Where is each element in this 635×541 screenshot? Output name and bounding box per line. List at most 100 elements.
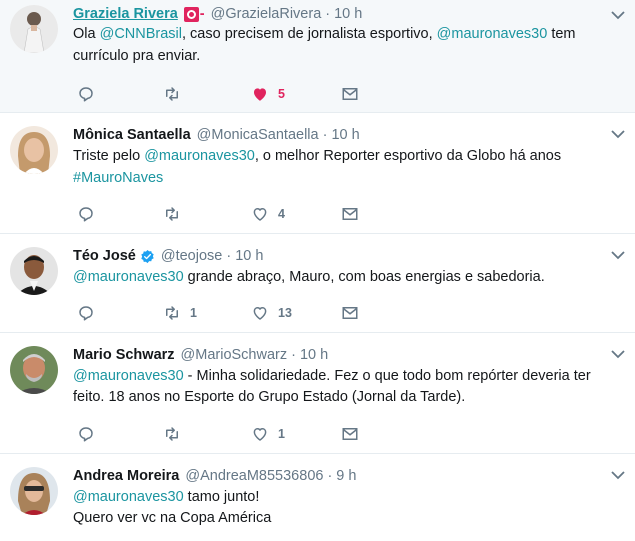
separator-dot: · bbox=[322, 127, 328, 143]
mention-link[interactable]: @mauronaves30 bbox=[73, 489, 184, 505]
like-button[interactable]: 5 bbox=[251, 85, 285, 103]
author-name[interactable]: Graziela Rivera bbox=[73, 5, 178, 23]
like-count: 1 bbox=[278, 427, 285, 441]
envelope-icon bbox=[342, 88, 358, 100]
timestamp[interactable]: 10 h bbox=[334, 5, 362, 23]
tweet[interactable]: Andrea Moreira @AndreaM85536806 · 9 h @m… bbox=[0, 454, 635, 541]
reply-button[interactable] bbox=[77, 85, 104, 103]
text-segment: grande abraço, Mauro, com boas energias … bbox=[183, 269, 545, 285]
tweet[interactable]: Téo José @teojose · 10 h @mauronaves30 g… bbox=[0, 234, 635, 333]
envelope-icon bbox=[342, 428, 358, 440]
mention-link[interactable]: @CNNBrasil bbox=[100, 26, 182, 42]
mention-link[interactable]: @mauronaves30 bbox=[73, 368, 184, 384]
avatar[interactable] bbox=[10, 346, 58, 394]
reply-icon bbox=[79, 306, 93, 321]
reply-icon bbox=[79, 207, 93, 222]
like-count: 5 bbox=[278, 87, 285, 101]
reply-button[interactable] bbox=[77, 304, 104, 322]
tweet[interactable]: Mario Schwarz @MarioSchwarz · 10 h @maur… bbox=[0, 333, 635, 454]
text-segment: - Minha solidariedade. Fez o que todo bo… bbox=[183, 368, 591, 384]
reply-button[interactable] bbox=[77, 425, 104, 443]
separator-dot: · bbox=[325, 6, 331, 22]
hashtag-link[interactable]: #MauroNaves bbox=[73, 170, 163, 186]
verified-badge-icon bbox=[141, 249, 154, 263]
tweet-header: Mônica Santaella @MonicaSantaella · 10 h bbox=[73, 126, 360, 144]
avatar[interactable] bbox=[10, 247, 58, 295]
envelope-icon bbox=[342, 208, 358, 220]
avatar[interactable] bbox=[10, 467, 58, 515]
mention-link[interactable]: @mauronaves30 bbox=[437, 26, 548, 42]
avatar[interactable] bbox=[10, 5, 58, 53]
tweet[interactable]: Graziela Rivera - @GrazielaRivera · 10 h… bbox=[0, 0, 635, 113]
chevron-down-icon[interactable] bbox=[611, 470, 625, 480]
heart-icon bbox=[253, 208, 267, 221]
retweet-icon bbox=[166, 306, 178, 320]
tweet-text-line-1: @mauronaves30 - Minha solidariedade. Fez… bbox=[73, 366, 591, 388]
tweet-timeline: Graziela Rivera - @GrazielaRivera · 10 h… bbox=[0, 0, 635, 541]
chevron-down-icon[interactable] bbox=[611, 10, 625, 20]
text-segment: currículo pra enviar. bbox=[73, 48, 201, 64]
text-segment: Triste pelo bbox=[73, 148, 145, 164]
author-name[interactable]: Téo José bbox=[73, 247, 136, 265]
text-segment: tamo junto! bbox=[183, 489, 260, 505]
separator-dot: · bbox=[226, 248, 232, 264]
author-name[interactable]: Mônica Santaella bbox=[73, 126, 191, 144]
heart-icon bbox=[253, 307, 267, 320]
timestamp[interactable]: 9 h bbox=[336, 467, 356, 485]
timestamp[interactable]: 10 h bbox=[331, 126, 359, 144]
like-button[interactable]: 13 bbox=[251, 304, 292, 322]
reply-icon bbox=[79, 427, 93, 442]
badge-dash: - bbox=[199, 6, 205, 22]
tweet-text-line-2: currículo pra enviar. bbox=[73, 46, 200, 68]
mention-link[interactable]: @mauronaves30 bbox=[144, 148, 255, 164]
timestamp[interactable]: 10 h bbox=[235, 247, 263, 265]
o-badge-icon bbox=[183, 6, 199, 22]
text-segment: tem bbox=[547, 26, 576, 42]
author-name[interactable]: Andrea Moreira bbox=[73, 467, 179, 485]
heart-icon bbox=[253, 428, 267, 441]
author-name[interactable]: Mario Schwarz bbox=[73, 346, 175, 364]
author-handle[interactable]: @MarioSchwarz bbox=[181, 346, 288, 364]
chevron-down-icon[interactable] bbox=[611, 250, 625, 260]
timestamp[interactable]: 10 h bbox=[300, 346, 328, 364]
separator-dot: · bbox=[327, 468, 333, 484]
chevron-down-icon[interactable] bbox=[611, 349, 625, 359]
tweet-text-line-1: @mauronaves30 tamo junto! bbox=[73, 487, 259, 509]
tweet-header: Mario Schwarz @MarioSchwarz · 10 h bbox=[73, 346, 328, 364]
like-button[interactable]: 4 bbox=[251, 205, 285, 223]
tweet-text-line-1: Triste pelo @mauronaves30, o melhor Repo… bbox=[73, 146, 561, 168]
retweet-button[interactable] bbox=[163, 85, 190, 103]
retweet-icon bbox=[166, 87, 178, 101]
tweet-text-line-1: Ola @CNNBrasil, caso precisem de jornali… bbox=[73, 24, 576, 46]
retweet-icon bbox=[166, 207, 178, 221]
dm-button[interactable] bbox=[341, 85, 359, 103]
mention-link[interactable]: @mauronaves30 bbox=[73, 269, 184, 285]
retweet-button[interactable]: 1 bbox=[163, 304, 197, 322]
avatar[interactable] bbox=[10, 126, 58, 174]
author-handle[interactable]: @MonicaSantaella bbox=[197, 126, 319, 144]
author-handle[interactable]: @teojose bbox=[161, 247, 222, 265]
tweet-header: Andrea Moreira @AndreaM85536806 · 9 h bbox=[73, 467, 356, 485]
tweet-header: Graziela Rivera - @GrazielaRivera · 10 h bbox=[73, 5, 362, 23]
text-segment: feito. 18 anos no Esporte do Grupo Estad… bbox=[73, 389, 466, 405]
like-button[interactable]: 1 bbox=[251, 425, 285, 443]
reply-icon bbox=[79, 87, 93, 102]
tweet-text-line-2: Quero ver vc na Copa América bbox=[73, 508, 271, 530]
author-handle[interactable]: @AndreaM85536806 bbox=[185, 467, 323, 485]
like-count: 4 bbox=[278, 207, 285, 221]
retweet-button[interactable] bbox=[163, 425, 190, 443]
reply-button[interactable] bbox=[77, 205, 104, 223]
chevron-down-icon[interactable] bbox=[611, 129, 625, 139]
tweet[interactable]: Mônica Santaella @MonicaSantaella · 10 h… bbox=[0, 113, 635, 234]
dm-button[interactable] bbox=[341, 425, 359, 443]
retweet-count: 1 bbox=[190, 306, 197, 320]
tweet-text-line-1: @mauronaves30 grande abraço, Mauro, com … bbox=[73, 267, 545, 289]
dm-button[interactable] bbox=[341, 205, 359, 223]
text-segment: Quero ver vc na Copa América bbox=[73, 510, 272, 526]
text-segment: Ola bbox=[73, 26, 100, 42]
dm-button[interactable] bbox=[341, 304, 359, 322]
author-handle[interactable]: @GrazielaRivera bbox=[211, 5, 322, 23]
retweet-icon bbox=[166, 427, 178, 441]
like-count: 13 bbox=[278, 306, 292, 320]
retweet-button[interactable] bbox=[163, 205, 190, 223]
